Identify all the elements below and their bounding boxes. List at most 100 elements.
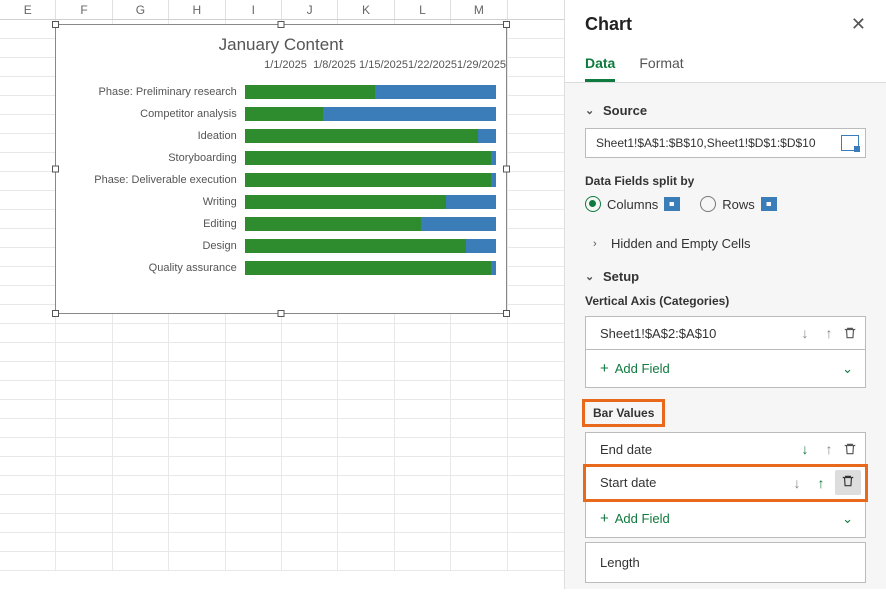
chevron-down-icon: ⌄ bbox=[585, 104, 597, 117]
move-up-icon[interactable]: ↑ bbox=[819, 325, 839, 341]
field-text: Sheet1!$A$2:$A$10 bbox=[600, 326, 791, 341]
vaxis-field[interactable]: Sheet1!$A$2:$A$10 ↓ ↑ bbox=[585, 316, 866, 350]
bar-category-label: Storyboarding bbox=[56, 152, 245, 164]
move-down-icon[interactable]: ↓ bbox=[787, 475, 807, 491]
section-label: Setup bbox=[603, 269, 639, 284]
resize-handle[interactable] bbox=[278, 310, 285, 317]
move-down-icon[interactable]: ↓ bbox=[795, 325, 815, 341]
panel-tabs: Data Format bbox=[565, 45, 886, 83]
chart-bar-row[interactable]: Editing bbox=[56, 213, 496, 235]
bar-category-label: Editing bbox=[56, 218, 245, 230]
embedded-chart[interactable]: January Content 1/1/2025 1/8/2025 1/15/2… bbox=[55, 24, 507, 314]
resize-handle[interactable] bbox=[503, 166, 510, 173]
add-field-label: Add Field bbox=[615, 511, 670, 526]
rows-icon bbox=[761, 197, 777, 211]
axis-tick: 1/1/2025 bbox=[261, 59, 310, 71]
col-header[interactable]: F bbox=[56, 0, 112, 19]
bar-category-label: Competitor analysis bbox=[56, 108, 245, 120]
bar-values-label: Bar Values bbox=[585, 402, 662, 424]
close-icon[interactable]: ✕ bbox=[851, 14, 866, 35]
bar-category-label: Phase: Deliverable execution bbox=[56, 174, 245, 186]
col-header[interactable]: G bbox=[113, 0, 169, 19]
chart-bar-row[interactable]: Writing bbox=[56, 191, 496, 213]
col-header[interactable]: H bbox=[169, 0, 225, 19]
field-text: Start date bbox=[600, 475, 783, 490]
field-text: End date bbox=[600, 442, 791, 457]
chart-bar-row[interactable]: Design bbox=[56, 235, 496, 257]
chevron-right-icon: › bbox=[593, 238, 605, 250]
chevron-down-icon: ⌄ bbox=[842, 511, 853, 527]
delete-icon[interactable] bbox=[843, 442, 857, 456]
axis-tick: 1/29/2025 bbox=[457, 59, 506, 71]
x-axis: 1/1/2025 1/8/2025 1/15/2025 1/22/2025 1/… bbox=[56, 59, 506, 71]
col-header[interactable]: E bbox=[0, 0, 56, 19]
resize-handle[interactable] bbox=[278, 21, 285, 28]
spreadsheet-grid[interactable]: E F G H I J K L M bbox=[0, 0, 564, 589]
chart-bar-row[interactable]: Ideation bbox=[56, 125, 496, 147]
radio-label: Rows bbox=[722, 197, 755, 212]
axis-tick: 1/15/2025 bbox=[359, 59, 408, 71]
section-label: Source bbox=[603, 103, 647, 118]
column-headers: E F G H I J K L M bbox=[0, 0, 564, 20]
col-header[interactable]: I bbox=[226, 0, 282, 19]
move-down-icon[interactable]: ↓ bbox=[795, 441, 815, 457]
radio-columns[interactable]: Columns bbox=[585, 196, 680, 212]
plot-area[interactable]: Phase: Preliminary research Competitor an… bbox=[56, 81, 506, 289]
resize-handle[interactable] bbox=[52, 166, 59, 173]
col-header[interactable]: M bbox=[451, 0, 507, 19]
chart-bar-row[interactable]: Phase: Preliminary research bbox=[56, 81, 496, 103]
section-setup[interactable]: ⌄ Setup bbox=[585, 269, 866, 284]
bar-category-label: Writing bbox=[56, 196, 245, 208]
hidden-label: Hidden and Empty Cells bbox=[611, 236, 750, 251]
length-label: Length bbox=[600, 555, 640, 570]
delete-button-highlighted[interactable] bbox=[835, 470, 861, 495]
split-by-label: Data Fields split by bbox=[585, 174, 866, 188]
radio-label: Columns bbox=[607, 197, 658, 212]
chart-sidebar-panel: Chart ✕ Data Format ⌄ Source Sheet1!$A$1… bbox=[564, 0, 886, 589]
chevron-down-icon: ⌄ bbox=[585, 270, 597, 283]
add-field-bar-values[interactable]: +Add Field ⌄ bbox=[585, 500, 866, 538]
bar-category-label: Quality assurance bbox=[56, 262, 245, 274]
split-radio-group: Columns Rows bbox=[585, 196, 866, 212]
chart-bar-row[interactable]: Storyboarding bbox=[56, 147, 496, 169]
delete-icon[interactable] bbox=[843, 326, 857, 340]
tab-data[interactable]: Data bbox=[585, 45, 615, 82]
col-header[interactable]: L bbox=[395, 0, 451, 19]
move-up-icon[interactable]: ↑ bbox=[811, 475, 831, 491]
add-field-vaxis[interactable]: +Add Field ⌄ bbox=[585, 350, 866, 388]
length-field[interactable]: Length bbox=[585, 542, 866, 583]
delete-icon bbox=[841, 474, 855, 488]
col-header[interactable]: K bbox=[338, 0, 394, 19]
resize-handle[interactable] bbox=[503, 310, 510, 317]
radio-icon bbox=[700, 196, 716, 212]
bar-value-end-date[interactable]: End date ↓ ↑ bbox=[585, 432, 866, 466]
radio-rows[interactable]: Rows bbox=[700, 196, 777, 212]
col-header[interactable]: J bbox=[282, 0, 338, 19]
source-range-input[interactable]: Sheet1!$A$1:$B$10,Sheet1!$D$1:$D$10 bbox=[585, 128, 866, 158]
radio-icon bbox=[585, 196, 601, 212]
resize-handle[interactable] bbox=[52, 310, 59, 317]
range-text: Sheet1!$A$1:$B$10,Sheet1!$D$1:$D$10 bbox=[596, 136, 841, 150]
columns-icon bbox=[664, 197, 680, 211]
resize-handle[interactable] bbox=[52, 21, 59, 28]
panel-title: Chart bbox=[585, 14, 632, 35]
chart-title[interactable]: January Content bbox=[56, 25, 506, 59]
resize-handle[interactable] bbox=[503, 21, 510, 28]
axis-tick: 1/22/2025 bbox=[408, 59, 457, 71]
move-up-icon[interactable]: ↑ bbox=[819, 441, 839, 457]
add-field-label: Add Field bbox=[615, 361, 670, 376]
bar-value-start-date[interactable]: Start date ↓ ↑ bbox=[585, 466, 866, 500]
chart-bar-row[interactable]: Phase: Deliverable execution bbox=[56, 169, 496, 191]
hidden-cells-button[interactable]: › Hidden and Empty Cells bbox=[585, 228, 866, 259]
vaxis-label: Vertical Axis (Categories) bbox=[585, 294, 866, 308]
axis-tick: 1/8/2025 bbox=[310, 59, 359, 71]
bar-category-label: Design bbox=[56, 240, 245, 252]
chart-bar-row[interactable]: Competitor analysis bbox=[56, 103, 496, 125]
chart-bar-row[interactable]: Quality assurance bbox=[56, 257, 496, 279]
bar-category-label: Phase: Preliminary research bbox=[56, 86, 245, 98]
tab-format[interactable]: Format bbox=[639, 45, 683, 82]
section-source[interactable]: ⌄ Source bbox=[585, 103, 866, 118]
chevron-down-icon: ⌄ bbox=[842, 361, 853, 377]
range-picker-icon[interactable] bbox=[841, 135, 859, 151]
bar-category-label: Ideation bbox=[56, 130, 245, 142]
